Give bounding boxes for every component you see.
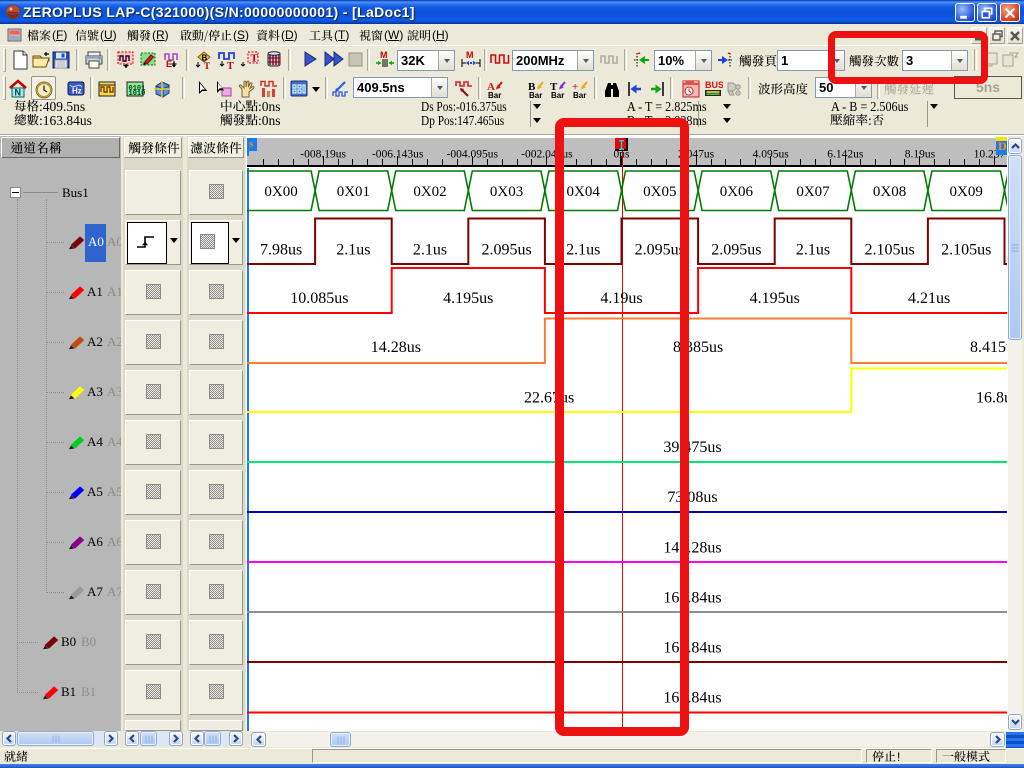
svg-text:4.21us: 4.21us: [908, 290, 950, 307]
svg-text:0X03: 0X03: [490, 184, 523, 200]
svg-text:10.085us: 10.085us: [290, 290, 348, 307]
svg-text:4.195us: 4.195us: [443, 290, 493, 307]
svg-text:0X06: 0X06: [720, 184, 754, 200]
svg-text:2.105us: 2.105us: [941, 242, 991, 259]
svg-text:0X07: 0X07: [796, 184, 830, 200]
svg-text:7.98us: 7.98us: [260, 242, 302, 259]
svg-text:2.1us: 2.1us: [796, 242, 830, 259]
svg-text:2.1us: 2.1us: [336, 242, 370, 259]
svg-text:0X01: 0X01: [337, 184, 370, 200]
svg-text:4.195us: 4.195us: [750, 290, 800, 307]
svg-text:0X09: 0X09: [950, 184, 983, 200]
svg-text:0X08: 0X08: [873, 184, 906, 200]
svg-text:14.28us: 14.28us: [371, 339, 421, 356]
svg-text:2.105us: 2.105us: [864, 242, 914, 259]
svg-text:2.095us: 2.095us: [711, 242, 761, 259]
svg-text:0X02: 0X02: [413, 184, 446, 200]
svg-text:2.095us: 2.095us: [481, 242, 531, 259]
svg-text:0X00: 0X00: [264, 184, 297, 200]
svg-text:2.1us: 2.1us: [413, 242, 447, 259]
